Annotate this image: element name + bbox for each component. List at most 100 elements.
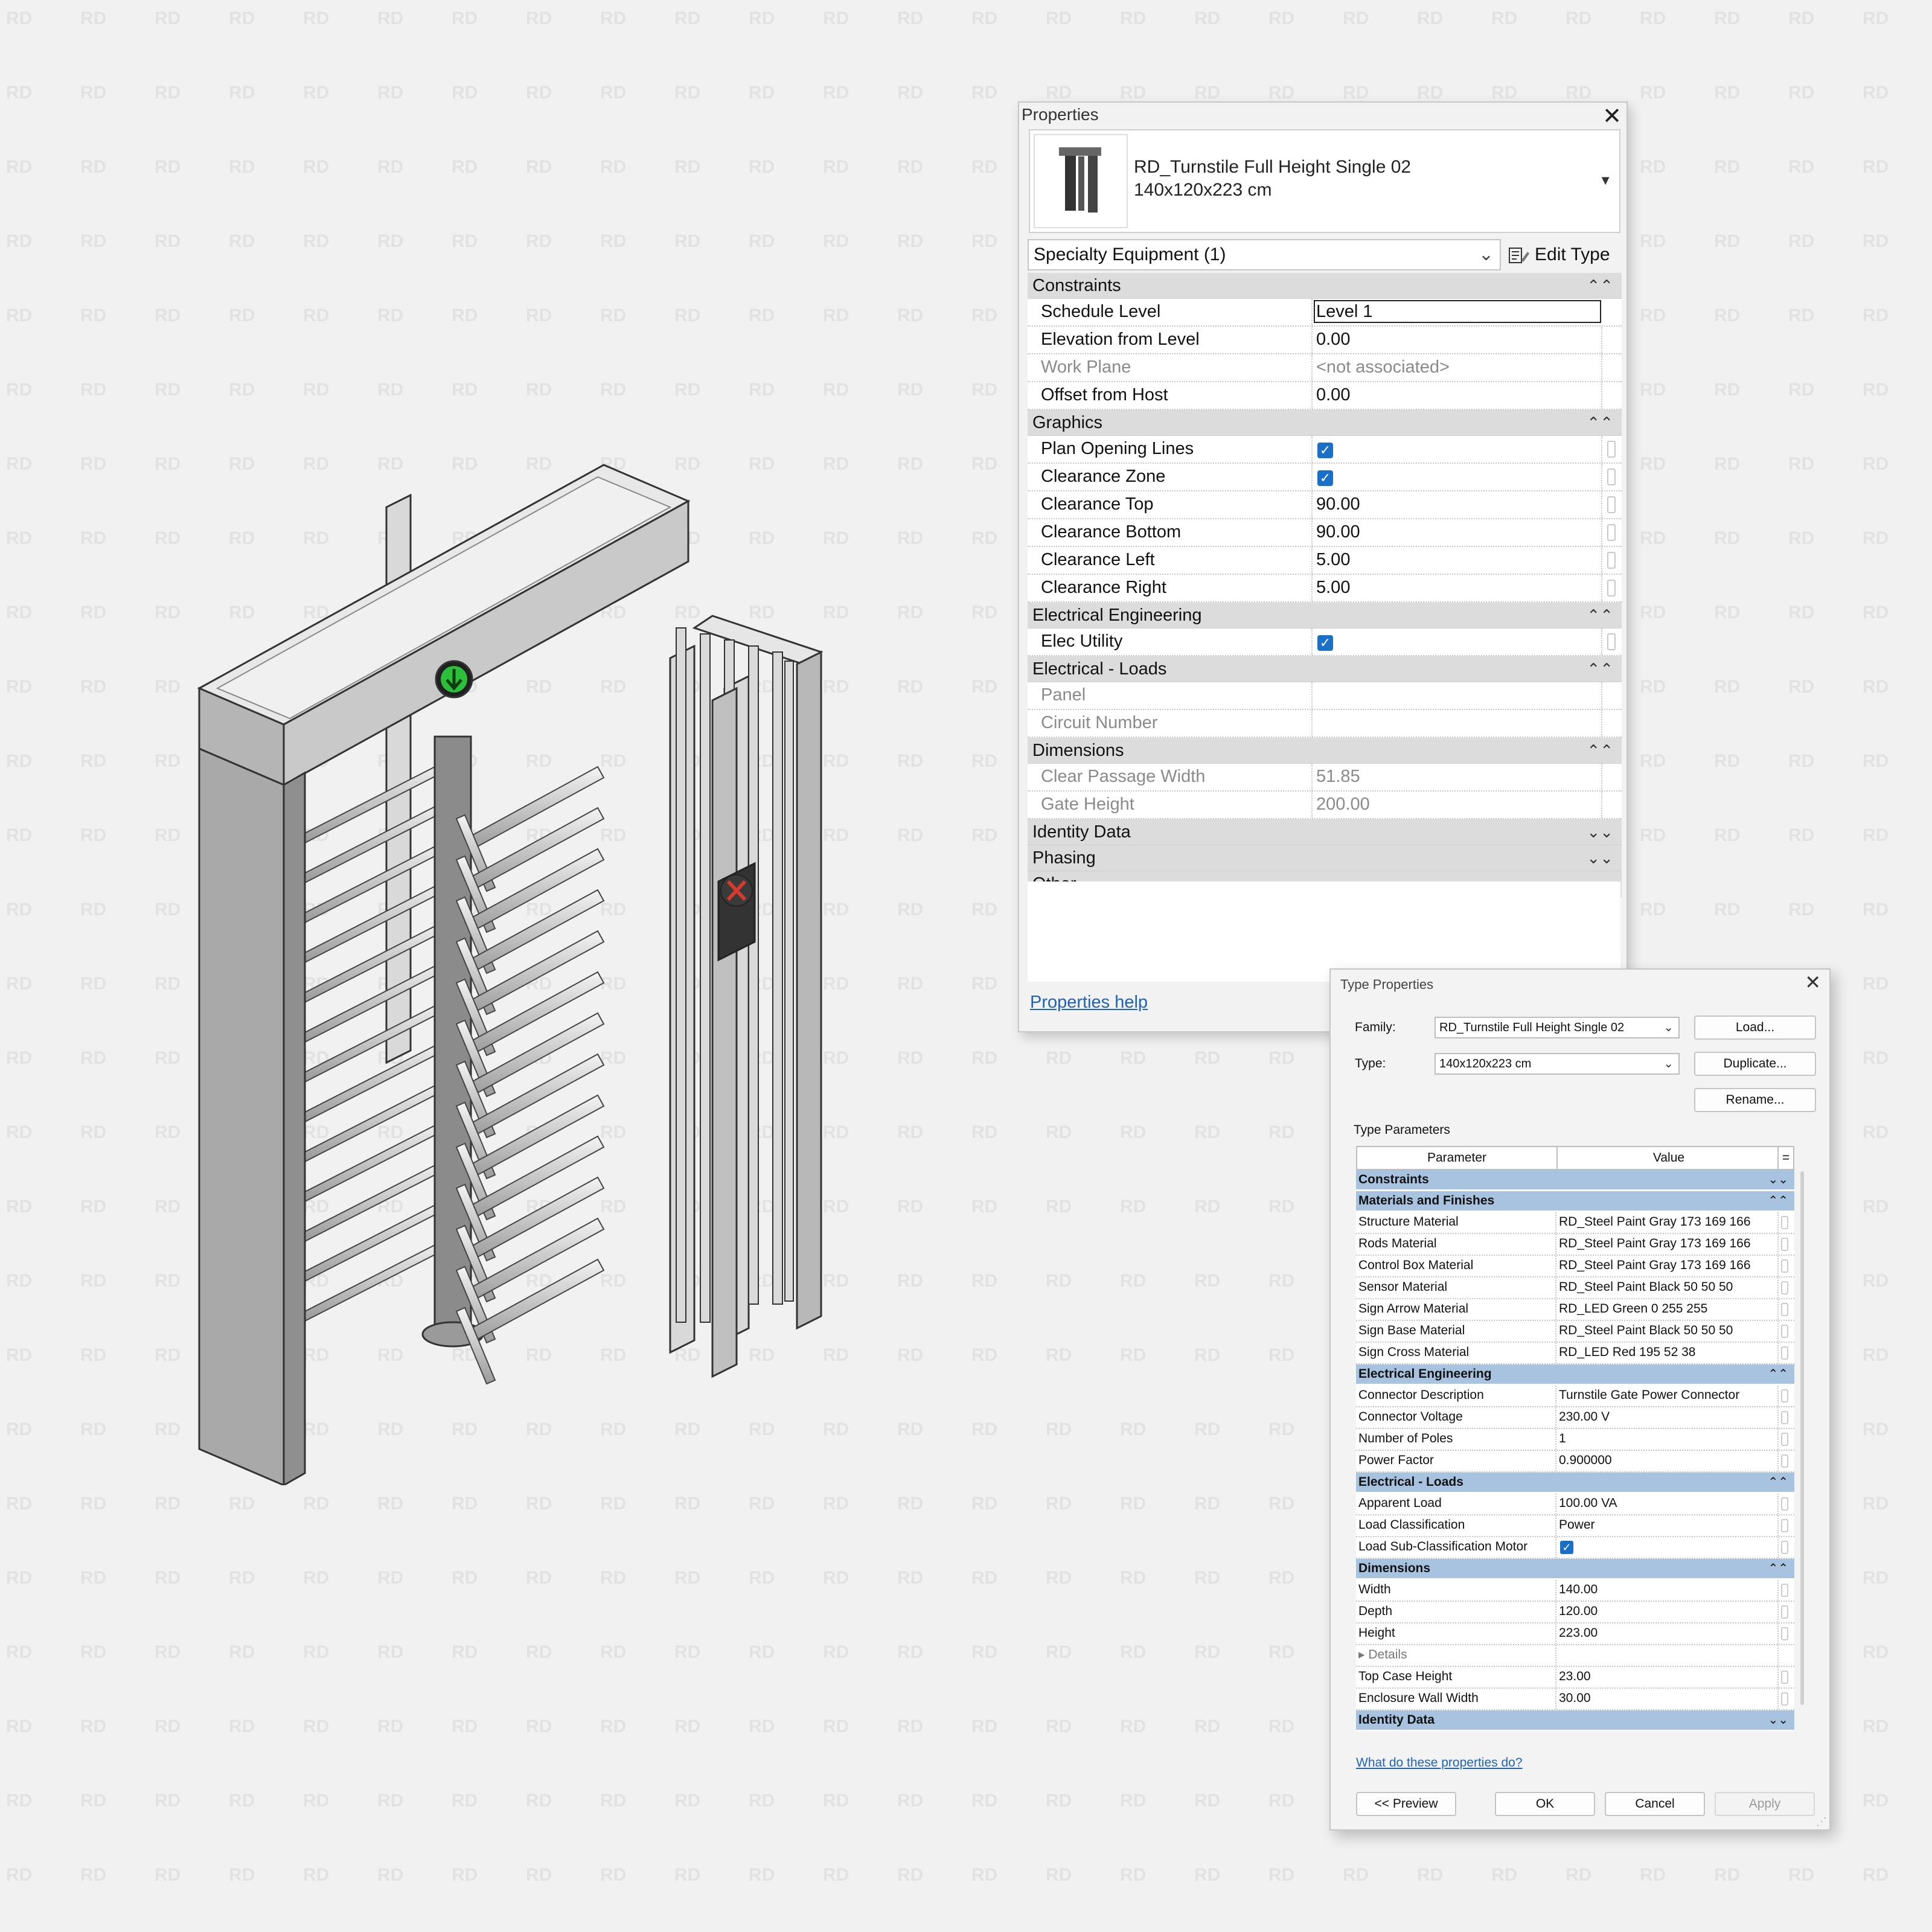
watermark-text: RD [377,305,403,325]
table-row[interactable]: Connector Voltage 230.00 V [1356,1407,1794,1429]
table-row[interactable]: Power Factor 0.900000 [1356,1451,1794,1473]
ok-button[interactable]: OK [1495,1792,1595,1816]
watermark-text: RD [80,305,106,325]
family-select[interactable]: RD_Turnstile Full Height Single 02 ⌄ [1435,1017,1680,1038]
group-phasing[interactable]: Phasing ⌄⌄ [1028,845,1622,871]
table-row[interactable]: Control Box Material RD_Steel Paint Gray … [1356,1256,1794,1278]
watermark-text: RD [1194,1642,1220,1662]
watermark-text: RD [897,677,923,697]
row-elevation[interactable]: Elevation from Level 0.00 [1028,327,1622,354]
group-electrical-loads[interactable]: Electrical - Loads ⌃⌃ [1356,1473,1794,1494]
rotor-arm [464,1176,605,1262]
watermark-text: RD [1863,1122,1889,1142]
duplicate-button[interactable]: Duplicate... [1694,1052,1816,1076]
rename-button[interactable]: Rename... [1694,1088,1816,1112]
row-clearance-top[interactable]: Clearance Top 90.00 [1028,491,1622,519]
group-electrical-engineering[interactable]: Electrical Engineering ⌃⌃ [1028,603,1622,629]
load-subclass-checkbox[interactable]: ✓ [1560,1541,1573,1554]
table-row[interactable]: Depth 120.00 [1356,1602,1794,1623]
row-offset-host[interactable]: Offset from Host 0.00 [1028,382,1622,410]
collapse-icon: ⌃⌃ [1768,1367,1788,1381]
column-formula[interactable]: = [1777,1147,1793,1169]
watermark-text: RD [1194,1048,1220,1068]
table-row[interactable]: Height 223.00 [1356,1623,1794,1645]
table-row[interactable]: Load Sub-Classification Motor ✓ [1356,1537,1794,1559]
table-row[interactable]: Sign Base Material RD_Steel Paint Black 5… [1356,1321,1794,1343]
row-schedule-level[interactable]: Schedule Level Level 1 [1028,299,1622,327]
group-identity-data[interactable]: Identity Data ⌄⌄ [1356,1710,1794,1732]
properties-help-link[interactable]: Properties help [1030,993,1148,1012]
table-row[interactable]: Sign Cross Material RD_LED Red 195 52 38 [1356,1343,1794,1364]
watermark-text: RD [229,157,255,177]
table-row[interactable]: Sign Arrow Material RD_LED Green 0 255 25… [1356,1299,1794,1321]
dropdown-icon[interactable]: ▼ [1599,173,1612,188]
group-identity-data[interactable]: Identity Data ⌄⌄ [1028,819,1622,845]
rotor-arm [464,1012,605,1098]
watermark-text: RD [1120,1345,1146,1365]
row-clearance-left[interactable]: Clearance Left 5.00 [1028,547,1622,575]
type-name: 140x120x223 cm [1134,180,1272,200]
watermark-text: RD [674,1865,700,1885]
watermark-text: RD [155,1122,181,1142]
type-select[interactable]: 140x120x223 cm ⌄ [1435,1053,1680,1075]
watermark-text: RD [6,974,32,994]
load-button[interactable]: Load... [1694,1016,1816,1040]
row-clearance-bottom[interactable]: Clearance Bottom 90.00 [1028,519,1622,547]
group-dimensions[interactable]: Dimensions ⌃⌃ [1356,1559,1794,1580]
table-row[interactable]: Load Classification Power [1356,1515,1794,1537]
watermark-text: RD [526,83,552,103]
row-elec-utility[interactable]: Elec Utility ✓ [1028,629,1622,656]
apply-button[interactable]: Apply [1715,1792,1815,1816]
close-icon[interactable]: ✕ [1805,971,1821,994]
table-row[interactable]: Apparent Load 100.00 VA [1356,1494,1794,1515]
group-electrical-loads[interactable]: Electrical - Loads ⌃⌃ [1028,656,1622,682]
group-constraints[interactable]: Constraints ⌃⌃ [1028,273,1622,299]
details-subgroup[interactable]: ▸ Details [1356,1645,1794,1667]
red-cross-sign [717,862,756,962]
side-rod [304,1238,447,1322]
group-electrical-engineering[interactable]: Electrical Engineering ⌃⌃ [1356,1364,1794,1386]
clearance-zone-checkbox[interactable]: ✓ [1317,470,1333,486]
watermark-text: RD [1640,677,1666,697]
preview-button[interactable]: << Preview [1356,1792,1456,1816]
table-row[interactable]: Number of Poles 1 [1356,1429,1794,1451]
table-row[interactable]: Rods Material RD_Steel Paint Gray 173 169… [1356,1234,1794,1256]
group-materials[interactable]: Materials and Finishes ⌃⌃ [1356,1191,1794,1212]
watermark-text: RD [377,1791,403,1811]
properties-palette: Properties ✕ RD_Turnstile Full Height Si… [1018,101,1628,1032]
grid-scrollbar[interactable] [1800,1171,1804,1705]
row-clearance-right[interactable]: Clearance Right 5.00 [1028,575,1622,603]
instance-filter-select[interactable]: Specialty Equipment (1) ⌄ [1028,239,1501,270]
watermark-text: RD [377,1568,403,1588]
watermark-text: RD [823,83,849,103]
elec-utility-checkbox[interactable]: ✓ [1317,635,1333,651]
table-row[interactable]: Top Case Height 23.00 [1356,1667,1794,1689]
watermark-text: RD [897,454,923,474]
table-row[interactable]: Sensor Material RD_Steel Paint Black 50 5… [1356,1278,1794,1299]
table-row[interactable]: Connector Description Turnstile Gate Powe… [1356,1386,1794,1407]
table-row[interactable]: Structure Material RD_Steel Paint Gray 17… [1356,1212,1794,1234]
type-selector[interactable]: RD_Turnstile Full Height Single 02 140x1… [1029,129,1620,233]
column-parameter[interactable]: Parameter [1357,1147,1556,1169]
group-dimensions[interactable]: Dimensions ⌃⌃ [1028,738,1622,764]
watermark-text: RD [749,1494,775,1514]
table-row[interactable]: Enclosure Wall Width 30.00 [1356,1689,1794,1710]
group-graphics[interactable]: Graphics ⌃⌃ [1028,410,1622,436]
row-clearance-zone[interactable]: Clearance Zone ✓ [1028,464,1622,491]
group-constraints[interactable]: Constraints ⌄⌄ [1356,1170,1794,1191]
resize-grip-icon[interactable]: ⋰ [1816,1815,1827,1828]
close-icon[interactable]: ✕ [1602,103,1622,130]
plan-opening-checkbox[interactable]: ✓ [1317,443,1333,458]
watermark-text: RD [1640,380,1666,400]
watermark-text: RD [897,1345,923,1365]
table-row[interactable]: Width 140.00 [1356,1580,1794,1602]
watermark-text: RD [1194,1865,1220,1885]
properties-help-link[interactable]: What do these properties do? [1356,1756,1523,1770]
row-plan-opening[interactable]: Plan Opening Lines ✓ [1028,436,1622,464]
watermark-text: RD [897,1865,923,1885]
cancel-button[interactable]: Cancel [1605,1792,1705,1816]
chevron-down-icon: ⌄ [1663,1057,1674,1070]
watermark-text: RD [1120,1568,1146,1588]
column-value[interactable]: Value [1556,1147,1780,1169]
edit-type-button[interactable]: Edit Type [1508,239,1610,270]
